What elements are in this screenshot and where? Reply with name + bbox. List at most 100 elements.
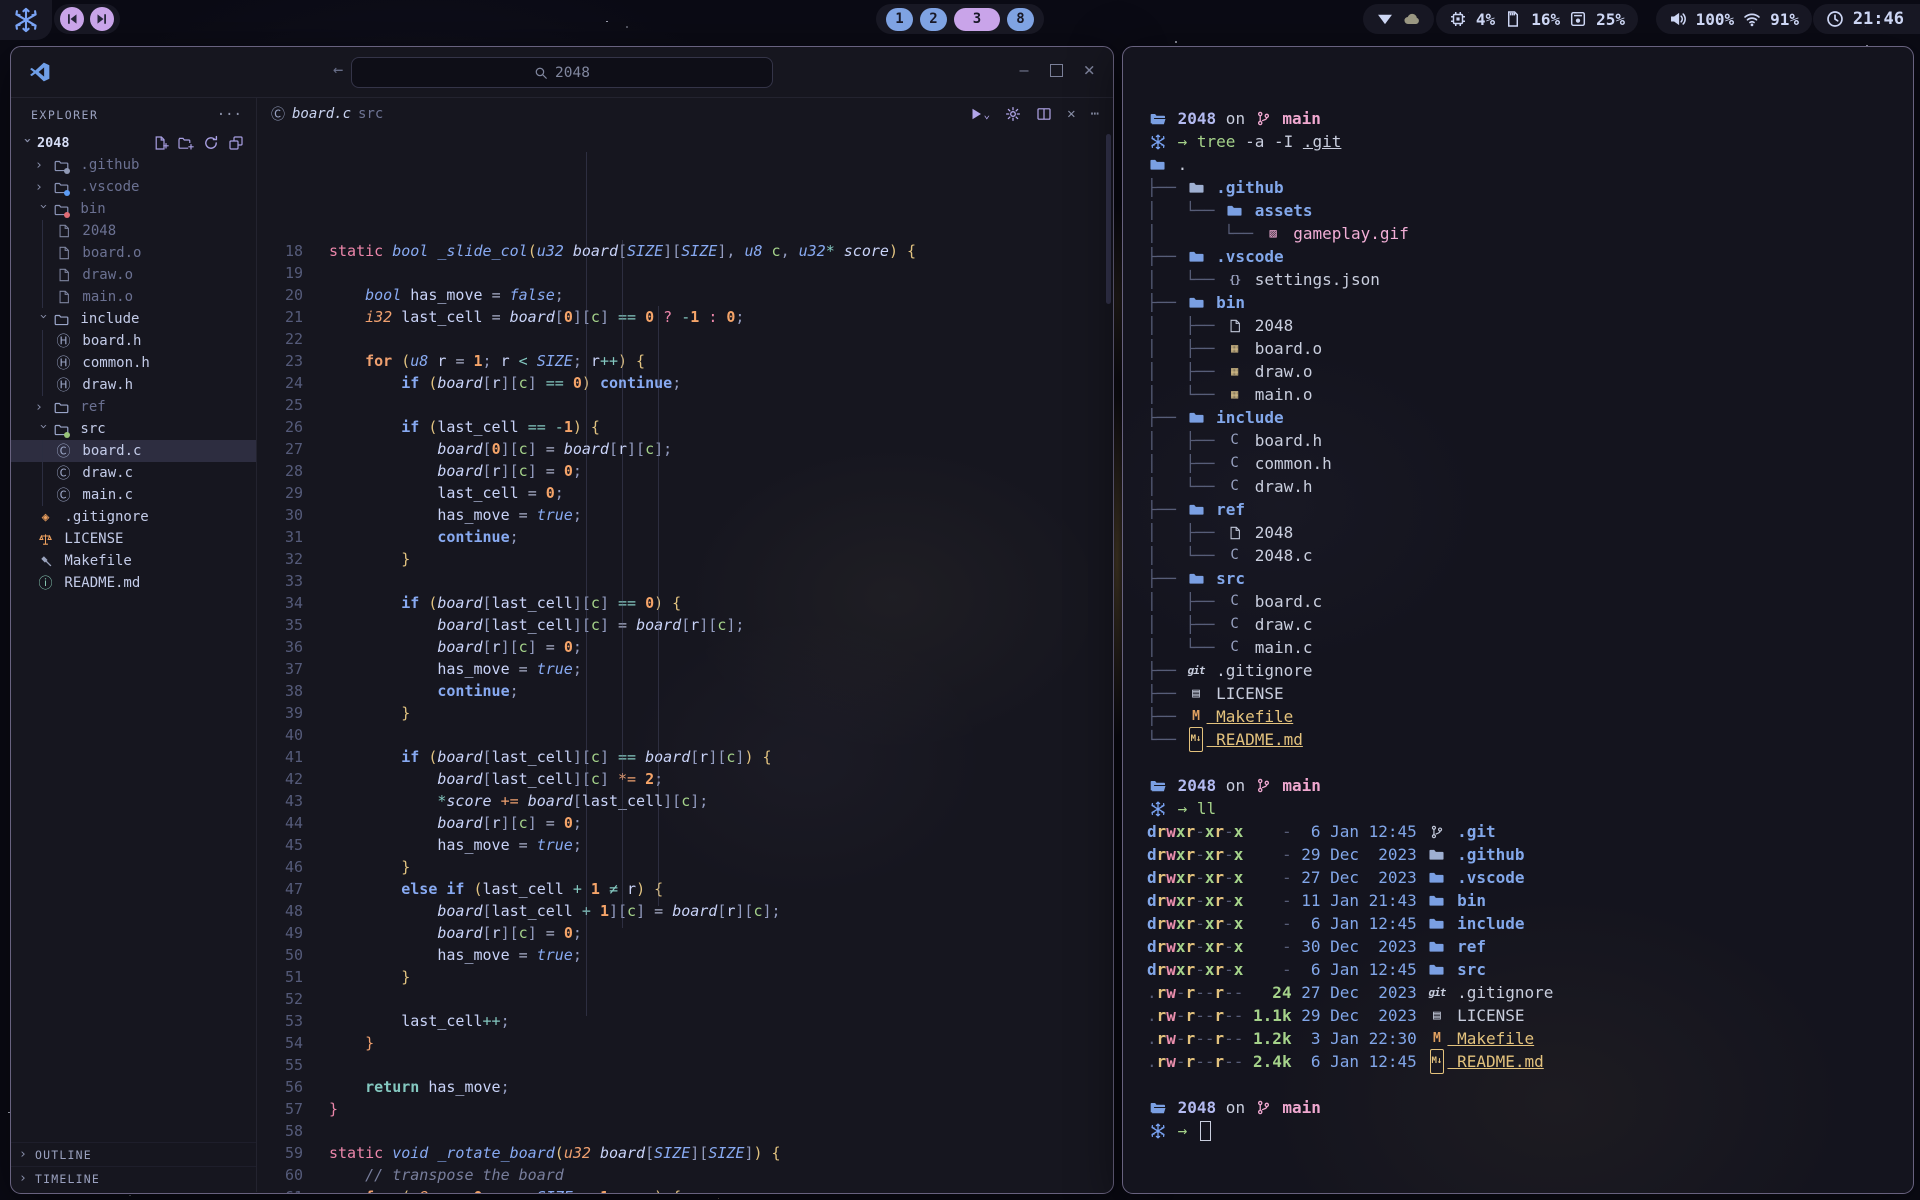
fol-icon [51, 312, 72, 327]
obj-file-icon: ▦ [1224, 360, 1245, 383]
indent-guide [586, 152, 587, 1016]
editor-titlebar[interactable]: ← → 2048 — × [11, 47, 1113, 98]
split-editor-button[interactable] [1036, 106, 1052, 122]
code-line-40: 40 [257, 724, 1113, 746]
run-file-button[interactable]: ⌄ [968, 106, 991, 122]
new-folder-button[interactable] [178, 135, 194, 151]
explorer-item-main.c[interactable]: Ⓒ main.c [11, 484, 256, 506]
shell-command: → [1147, 1119, 1913, 1142]
workspace-8[interactable]: 8 [1007, 8, 1034, 31]
cC-icon: Ⓒ [53, 485, 74, 505]
workspace-2[interactable]: 2 [920, 8, 947, 31]
code-editor[interactable]: 18static bool _slide_col(u32 board[SIZE]… [257, 130, 1113, 1192]
line-number: 44 [257, 812, 329, 834]
terminal-content[interactable]: 2048 on main → tree -a -I .git .├── .git… [1123, 47, 1913, 1193]
fo-file-icon [1147, 157, 1168, 172]
scrollbar-thumb[interactable] [1106, 134, 1111, 304]
refresh-button[interactable] [203, 135, 219, 151]
fg-file-icon [1426, 847, 1447, 862]
search-value: 2048 [555, 65, 590, 81]
explorer-item-Makefile[interactable]: Makefile [11, 550, 256, 572]
ch-file-icon: C [1224, 452, 1245, 475]
more-actions-button[interactable]: ⋯ [1091, 106, 1099, 122]
tree-row-2048.c: │ └── C 2048.c [1147, 544, 1913, 567]
item-label: main.o [74, 289, 133, 305]
explorer-item-2048[interactable]: 2048 [11, 220, 256, 242]
explorer-item-LICENSE[interactable]: LICENSE [11, 528, 256, 550]
explorer-item-ref[interactable]: › ref [11, 396, 256, 418]
line-number: 22 [257, 328, 329, 350]
nixos-menu-button[interactable] [0, 0, 52, 40]
code-line-51: 51 } [257, 966, 1113, 988]
outline-panel[interactable]: ›OUTLINE [11, 1142, 256, 1166]
cc-file-icon: C [1224, 544, 1245, 567]
minimize-button[interactable]: — [1020, 61, 1029, 79]
explorer-item-board.h[interactable]: Ⓗ board.h [11, 330, 256, 352]
breadcrumb-bar[interactable]: Ⓒ board.c src ⌄ ✕ ⋯ [257, 98, 1113, 130]
explorer-item-board.c[interactable]: Ⓒ board.c [11, 440, 256, 462]
file-icon [53, 290, 74, 304]
ll-row-.vscode: drwxr-xr-x - 27 Dec 2023 .vscode [1147, 866, 1913, 889]
maximize-button[interactable] [1050, 64, 1063, 77]
tree-row-2048: │ ├── 2048 [1147, 521, 1913, 544]
explorer-item-common.h[interactable]: Ⓗ common.h [11, 352, 256, 374]
code-line-30: 30 has_move = true; [257, 504, 1113, 526]
fo-file-icon [1426, 870, 1447, 885]
media-previous-button[interactable] [60, 7, 84, 31]
close-button[interactable]: × [1084, 59, 1095, 81]
explorer-item-README.md[interactable]: ⓘ README.md [11, 572, 256, 594]
wifi-icon [1743, 10, 1761, 28]
fo-file-icon [1186, 571, 1207, 586]
code-line-18: 18static bool _slide_col(u32 board[SIZE]… [257, 240, 1113, 262]
nav-back-button[interactable]: ← [333, 60, 343, 80]
fo-file-icon [1186, 295, 1207, 310]
explorer-item-.github[interactable]: › .github [11, 154, 256, 176]
code-line-53: 53 last_cell++; [257, 1010, 1113, 1032]
nix-shell-icon [1147, 1123, 1168, 1139]
code-line-61: 61 for (u8 r = 0; r < SIZE - 1; r++) { [257, 1186, 1113, 1194]
workspace-1[interactable]: 1 [886, 8, 913, 31]
memory-icon [1504, 10, 1522, 28]
media-next-button[interactable] [90, 7, 114, 31]
explorer-item-bin[interactable]: › bin [11, 198, 256, 220]
explorer-item-draw.o[interactable]: draw.o [11, 264, 256, 286]
code-line-60: 60 // transpose the board [257, 1164, 1113, 1186]
shell-command: → tree -a -I .git [1147, 130, 1913, 153]
explorer-item-board.o[interactable]: board.o [11, 242, 256, 264]
new-file-button[interactable] [153, 135, 169, 151]
workspace-3-active[interactable]: 3 [954, 8, 1000, 31]
line-number: 52 [257, 988, 329, 1010]
explorer-root-folder[interactable]: › 2048 [11, 132, 256, 154]
file-file-icon [1224, 526, 1245, 540]
explorer-item-main.o[interactable]: main.o [11, 286, 256, 308]
code-line-49: 49 board[r][c] = 0; [257, 922, 1113, 944]
explorer-item-draw.c[interactable]: Ⓒ draw.c [11, 462, 256, 484]
bin-icon [51, 202, 72, 217]
code-line-47: 47 else if (last_cell + 1 ≠ r) { [257, 878, 1113, 900]
explorer-item-src[interactable]: › src [11, 418, 256, 440]
explorer-item-include[interactable]: › include [11, 308, 256, 330]
open-file-name[interactable]: board.c [292, 106, 351, 122]
tree-row-main.o: │ └── ▦ main.o [1147, 383, 1913, 406]
chevron-down-icon: › [36, 202, 51, 218]
code-line-50: 50 has_move = true; [257, 944, 1113, 966]
settings-gear-button[interactable] [1005, 106, 1021, 122]
explorer-item-.gitignore[interactable]: ◈ .gitignore [11, 506, 256, 528]
folder-open-icon [1147, 111, 1168, 127]
cc-file-icon: C [1224, 636, 1245, 659]
explorer-item-draw.h[interactable]: Ⓗ draw.h [11, 374, 256, 396]
tray-indicators[interactable] [1363, 4, 1434, 34]
code-line-52: 52 [257, 988, 1113, 1010]
collapse-all-button[interactable] [228, 135, 244, 151]
explorer-more-button[interactable]: ··· [217, 107, 242, 123]
command-center-search[interactable]: 2048 [351, 57, 773, 88]
ll-row-README.md: .rw-r--r-- 2.4k 6 Jan 12:45 M↓ README.md [1147, 1050, 1913, 1073]
explorer-item-.vscode[interactable]: › .vscode [11, 176, 256, 198]
close-editor-button[interactable]: ✕ [1067, 106, 1075, 122]
audio-network[interactable]: 100% 91% [1656, 4, 1812, 34]
file-icon [53, 268, 74, 282]
timeline-panel[interactable]: ›TIMELINE [11, 1166, 256, 1190]
tree-row-include: ├── include [1147, 406, 1913, 429]
terminal-cursor [1200, 1121, 1211, 1141]
clock-widget[interactable]: 21:46 [1813, 4, 1920, 34]
